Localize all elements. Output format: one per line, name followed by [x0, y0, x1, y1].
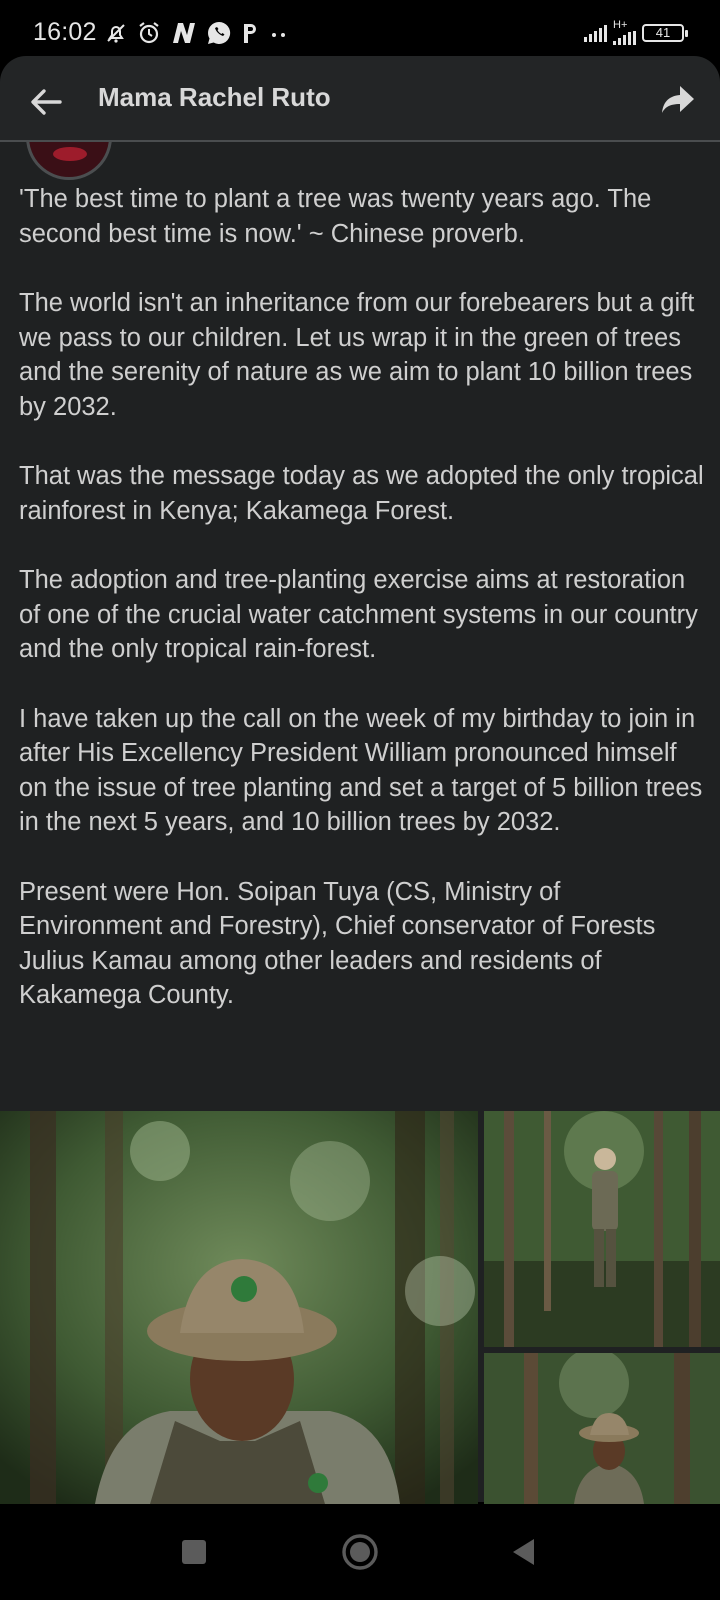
p-app-icon — [240, 20, 260, 46]
photo-grid — [0, 1111, 720, 1504]
status-bar: 16:02 H+ 41 — [0, 0, 720, 56]
alarm-icon — [136, 20, 162, 46]
share-arrow-icon — [662, 86, 694, 113]
standing-in-forest-image — [484, 1111, 720, 1347]
whatsapp-icon — [206, 20, 232, 46]
post-paragraph: I have taken up the call on the week of … — [19, 704, 703, 837]
portrait-photo-image — [0, 1111, 478, 1504]
signal-h-plus-icon: H+ — [613, 20, 636, 45]
notification-icons — [104, 18, 290, 48]
app-bar: Mama Rachel Ruto — [0, 56, 720, 142]
avatar[interactable] — [26, 142, 112, 180]
post-paragraph: Present were Hon. Soipan Tuya (CS, Minis… — [19, 877, 656, 1010]
recents-square-icon — [182, 1540, 206, 1564]
status-time: 16:02 — [33, 18, 97, 46]
photo-bottom-right[interactable] — [484, 1353, 720, 1504]
mute-bell-icon — [104, 21, 128, 45]
share-button[interactable] — [660, 82, 696, 118]
n-app-icon — [170, 20, 198, 46]
post-body: 'The best time to plant a tree was twent… — [19, 182, 709, 1048]
network-type-label: H+ — [613, 19, 628, 31]
home-button[interactable] — [338, 1530, 382, 1574]
post-paragraph: The world isn't an inheritance from our … — [19, 289, 695, 421]
post-paragraph: The adoption and tree-planting exercise … — [19, 566, 698, 663]
system-back-button[interactable] — [502, 1530, 546, 1574]
battery-level: 41 — [655, 25, 671, 40]
battery-icon: 41 — [642, 23, 688, 42]
post-paragraph: 'The best time to plant a tree was twent… — [19, 185, 652, 248]
system-nav-bar — [0, 1504, 720, 1600]
back-button[interactable] — [26, 82, 66, 122]
arrow-left-icon — [31, 89, 62, 115]
post-paragraph: That was the message today as we adopted… — [19, 462, 704, 525]
photo-top-right[interactable] — [484, 1111, 720, 1347]
home-circle-icon — [342, 1534, 378, 1570]
page-title: Mama Rachel Ruto — [98, 82, 331, 112]
status-right: H+ 41 — [584, 20, 688, 45]
more-dots-icon — [268, 23, 290, 43]
recents-button[interactable] — [172, 1530, 216, 1574]
back-triangle-icon — [513, 1539, 534, 1565]
photo-main[interactable] — [0, 1111, 478, 1504]
forest-closeup-image — [484, 1353, 720, 1504]
signal-icon — [584, 24, 607, 42]
